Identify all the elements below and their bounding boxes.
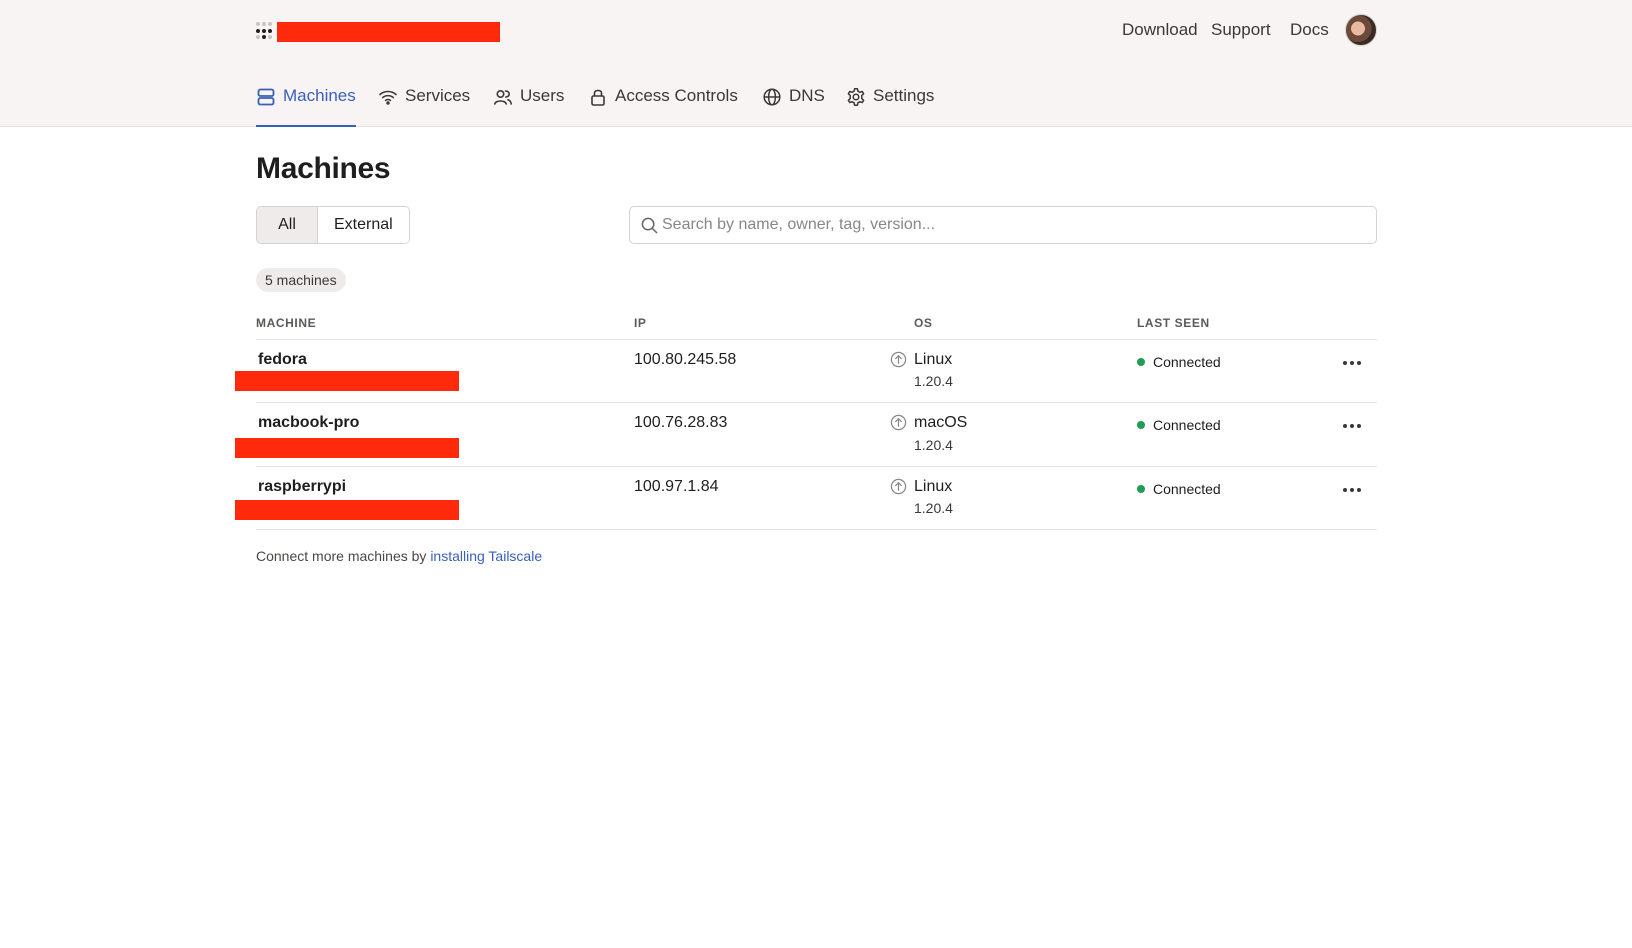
machine-os: Linux bbox=[914, 478, 953, 495]
status-badge: Connected bbox=[1137, 417, 1221, 433]
machine-os: Linux bbox=[914, 351, 953, 368]
status-text: Connected bbox=[1153, 481, 1221, 497]
row-menu-button[interactable] bbox=[1338, 480, 1366, 500]
status-text: Connected bbox=[1153, 417, 1221, 433]
top-header: Download Support Docs Machines Services … bbox=[0, 0, 1632, 127]
status-dot bbox=[1137, 485, 1145, 493]
search-icon bbox=[641, 217, 658, 234]
machine-name[interactable]: fedora bbox=[258, 351, 307, 369]
connect-more-text: Connect more machines by bbox=[256, 548, 431, 564]
redacted-machine-detail bbox=[235, 500, 459, 520]
machine-name[interactable]: raspberrypi bbox=[258, 478, 346, 496]
table-bottom-divider bbox=[256, 529, 1377, 530]
avatar[interactable] bbox=[1345, 14, 1377, 46]
update-available-icon bbox=[890, 351, 907, 368]
column-header-last-seen: LAST SEEN bbox=[1137, 316, 1210, 330]
tab-dns-label: DNS bbox=[789, 86, 825, 105]
tab-settings[interactable]: Settings bbox=[846, 86, 934, 127]
redacted-org-name bbox=[277, 22, 500, 42]
tab-settings-label: Settings bbox=[873, 86, 935, 105]
tab-access-controls[interactable]: Access Controls bbox=[588, 86, 738, 127]
download-link[interactable]: Download bbox=[1122, 20, 1198, 40]
machine-count-badge: 5 machines bbox=[256, 268, 346, 292]
wifi-icon bbox=[379, 90, 397, 105]
table-header-divider bbox=[256, 339, 1377, 340]
status-badge: Connected bbox=[1137, 481, 1221, 497]
status-text: Connected bbox=[1153, 354, 1221, 370]
tab-machines-label: Machines bbox=[283, 86, 356, 105]
tab-services[interactable]: Services bbox=[378, 86, 470, 127]
globe-icon bbox=[763, 88, 781, 106]
update-available-icon bbox=[890, 414, 907, 431]
row-menu-button[interactable] bbox=[1338, 416, 1366, 436]
row-menu-button[interactable] bbox=[1338, 353, 1366, 373]
machine-os: macOS bbox=[914, 414, 968, 431]
column-header-ip: IP bbox=[634, 316, 647, 330]
lock-icon bbox=[591, 89, 605, 106]
installing-tailscale-link[interactable]: installing Tailscale bbox=[430, 548, 542, 564]
machine-filter-toggle: All External bbox=[256, 206, 410, 244]
page-title: Machines bbox=[256, 152, 391, 185]
column-header-machine: MACHINE bbox=[256, 316, 317, 330]
tab-users-label: Users bbox=[520, 86, 565, 105]
machine-name[interactable]: macbook-pro bbox=[258, 414, 359, 432]
search-box bbox=[629, 206, 1377, 244]
filter-all-button[interactable]: All bbox=[257, 207, 318, 243]
row-divider bbox=[256, 402, 1377, 403]
machine-ip: 100.76.28.83 bbox=[634, 414, 728, 431]
search-input[interactable] bbox=[662, 207, 1362, 243]
status-dot bbox=[1137, 421, 1145, 429]
tab-access-controls-label: Access Controls bbox=[615, 86, 738, 105]
logo-icon[interactable] bbox=[256, 22, 274, 40]
machine-ip: 100.80.245.58 bbox=[634, 351, 737, 368]
users-icon bbox=[494, 89, 512, 105]
status-dot bbox=[1137, 358, 1145, 366]
machine-version: 1.20.4 bbox=[914, 437, 953, 453]
machines-icon bbox=[257, 88, 275, 106]
machine-version: 1.20.4 bbox=[914, 373, 953, 389]
tab-dns[interactable]: DNS bbox=[762, 86, 825, 127]
redacted-machine-detail bbox=[235, 371, 459, 391]
support-link[interactable]: Support bbox=[1211, 20, 1271, 40]
machine-version: 1.20.4 bbox=[914, 500, 953, 516]
machine-ip: 100.97.1.84 bbox=[634, 478, 719, 495]
column-header-os: OS bbox=[914, 316, 933, 330]
tab-machines[interactable]: Machines bbox=[256, 86, 356, 127]
tab-services-label: Services bbox=[405, 86, 471, 105]
row-divider bbox=[256, 466, 1377, 467]
filter-external-button[interactable]: External bbox=[318, 207, 409, 243]
status-badge: Connected bbox=[1137, 354, 1221, 370]
gear-icon bbox=[847, 88, 865, 106]
connect-more-note: Connect more machines by installing Tail… bbox=[256, 548, 542, 564]
tab-users[interactable]: Users bbox=[493, 86, 564, 127]
docs-link[interactable]: Docs bbox=[1290, 20, 1329, 40]
redacted-machine-detail bbox=[235, 438, 459, 458]
update-available-icon bbox=[890, 478, 907, 495]
